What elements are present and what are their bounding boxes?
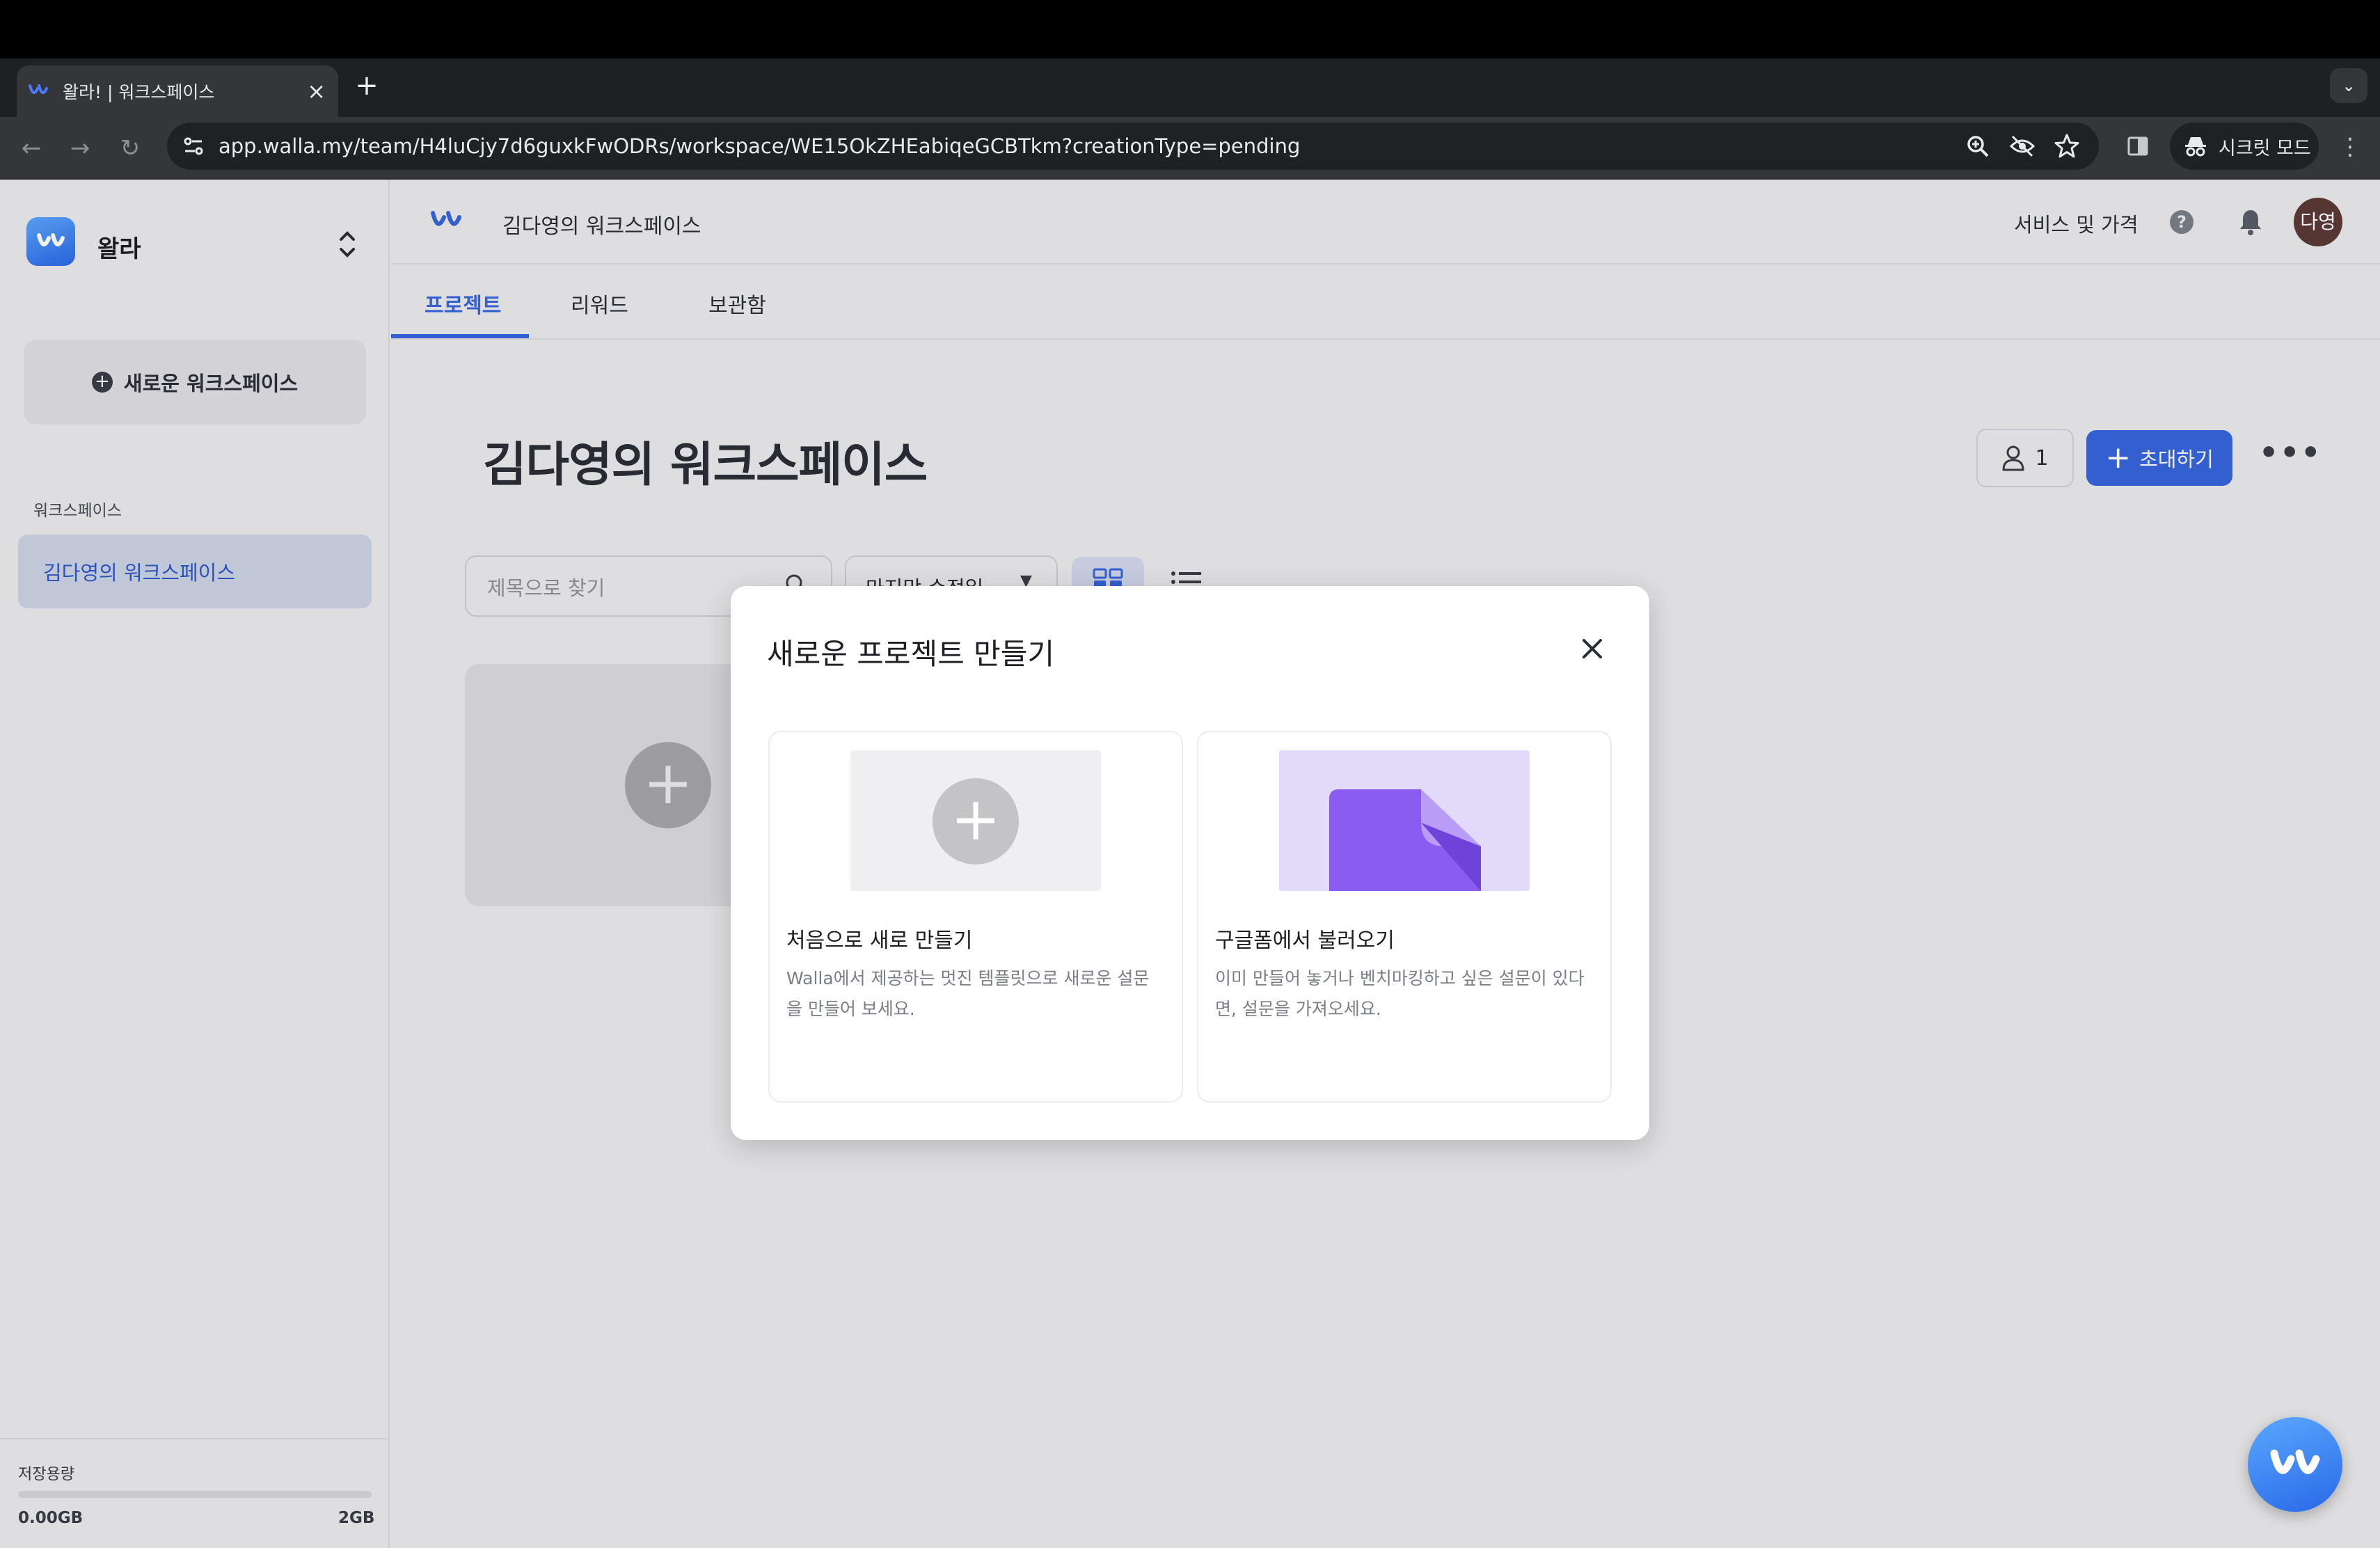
document-icon	[1329, 789, 1481, 891]
eye-off-icon[interactable]	[2008, 132, 2036, 160]
back-button[interactable]: ←	[13, 129, 50, 167]
browser-menu-icon[interactable]: ⋮	[2338, 129, 2362, 164]
url-text[interactable]: app.walla.my/team/H4luCjy7d6guxkFwODRs/w…	[219, 132, 1300, 160]
walla-chat-button[interactable]	[2248, 1417, 2342, 1512]
incognito-icon	[2185, 137, 2206, 157]
site-info-icon[interactable]	[180, 132, 207, 160]
tab-title: 왈라! | 워크스페이스	[63, 82, 215, 102]
zoom-icon[interactable]	[1964, 132, 1992, 160]
system-menu-bar	[0, 0, 2380, 58]
option-description: 이미 만들어 놓거나 벤치마킹하고 싶은 설문이 있다면, 설문을 가져오세요.	[1215, 968, 1585, 1019]
plus-icon: +	[933, 778, 1019, 864]
option-description: Walla에서 제공하는 멋진 템플릿으로 새로운 설문을 만들어 보세요.	[786, 968, 1150, 1019]
close-tab-icon[interactable]: ×	[307, 80, 326, 102]
option-title: 처음으로 새로 만들기	[786, 929, 973, 953]
modal-title: 새로운 프로젝트 만들기	[767, 637, 1055, 671]
bookmark-star-icon[interactable]	[2053, 132, 2081, 160]
side-panel-icon[interactable]	[2124, 132, 2152, 160]
option-title: 구글폼에서 불러오기	[1215, 929, 1395, 953]
incognito-indicator[interactable]: 시크릿 모드	[2170, 123, 2319, 170]
new-tab-button[interactable]: +	[351, 70, 383, 102]
walla-favicon-icon	[29, 84, 48, 94]
tab-search-button[interactable]: ⌄	[2330, 68, 2367, 103]
walla-logo-icon	[2270, 1449, 2320, 1474]
browser-tab[interactable]: 왈라! | 워크스페이스 ×	[17, 65, 338, 117]
reload-button[interactable]: ↻	[111, 129, 149, 167]
incognito-label: 시크릿 모드	[2219, 137, 2311, 159]
close-icon[interactable]	[1577, 633, 1608, 664]
forward-button[interactable]: →	[61, 129, 99, 167]
